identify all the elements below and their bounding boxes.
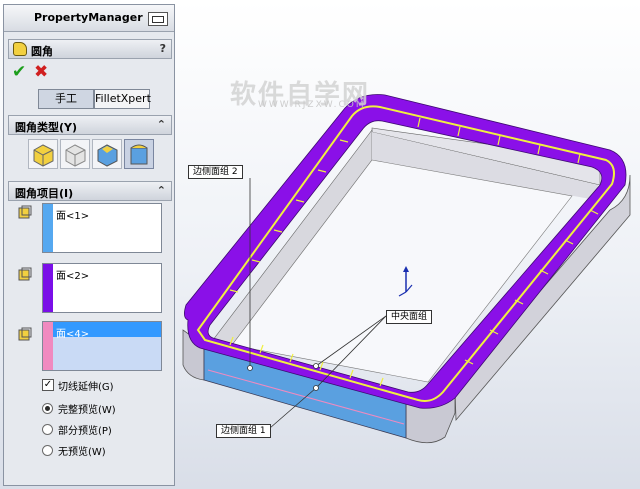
side-face-set-1-list[interactable]: 面<1> [42,203,162,253]
full-preview-radio[interactable] [42,403,53,414]
fillet-type-label: 圆角类型(Y) [15,121,78,134]
tab-filletxpert[interactable]: FilletXpert [94,89,151,109]
partial-preview-radio[interactable] [42,424,53,435]
pin-icon[interactable] [148,12,168,26]
side-face-set-2-color [43,322,53,370]
fillet-feature-icon [13,42,27,56]
constant-radius-fillet-button[interactable] [28,139,58,169]
variable-radius-icon [65,144,86,167]
fillet-type-header[interactable]: 圆角类型(Y) ⌃ [8,115,172,135]
watermark-url: WWW.RJZXW.COM [258,100,366,110]
side-face-set-2-item[interactable]: 面<4> [56,325,89,340]
help-icon[interactable]: ? [160,42,166,55]
full-round-fillet-button[interactable] [124,139,154,169]
side-face-set-2-list[interactable]: 面<4> [42,321,162,371]
tangent-propagation-label: 切线延伸(G) [58,382,114,393]
tab-manual[interactable]: 手工 [38,89,94,109]
center-face-set-list[interactable]: 面<2> [42,263,162,313]
no-preview-label: 无预览(W) [58,447,106,458]
feature-header: 圆角 ? [8,39,172,59]
callout-center-face-group[interactable]: 中央面组 [386,310,433,324]
side-face-set-1-color [43,204,53,252]
property-manager-tab[interactable]: PropertyManager [4,5,174,32]
no-preview-radio[interactable] [42,445,53,456]
feature-name: 圆角 [31,45,53,58]
collapse-icon[interactable]: ⌃ [157,184,166,197]
face-selection-icon [18,327,32,341]
property-manager-panel: PropertyManager 圆角 ? ✔ ✖ 手工 FilletXpert … [3,4,175,486]
full-round-fillet-icon [130,144,148,165]
collapse-icon[interactable]: ⌃ [157,118,166,131]
partial-preview-label: 部分预览(P) [58,426,112,437]
property-manager-title: PropertyManager [34,11,143,24]
center-face-set-item[interactable]: 面<2> [56,267,89,282]
callout-side-face-group-2[interactable]: 边侧面组 2 [188,165,243,179]
cancel-button[interactable]: ✖ [34,63,52,81]
fillet-items-header[interactable]: 圆角项目(I) ⌃ [8,181,172,201]
center-face-set-color [43,264,53,312]
face-selection-icon [18,267,32,281]
constant-radius-icon [33,144,54,167]
face-selection-icon [18,205,32,219]
side-face-set-1-item[interactable]: 面<1> [56,207,89,222]
face-fillet-icon [97,144,118,167]
variable-radius-fillet-button[interactable] [60,139,90,169]
full-preview-label: 完整预览(W) [58,405,116,416]
tangent-propagation-checkbox[interactable]: ✓ [42,379,54,391]
fillet-items-label: 圆角项目(I) [15,187,74,200]
ok-button[interactable]: ✔ [12,63,30,81]
face-fillet-button[interactable] [92,139,122,169]
callout-side-face-group-1[interactable]: 边侧面组 1 [216,424,271,438]
